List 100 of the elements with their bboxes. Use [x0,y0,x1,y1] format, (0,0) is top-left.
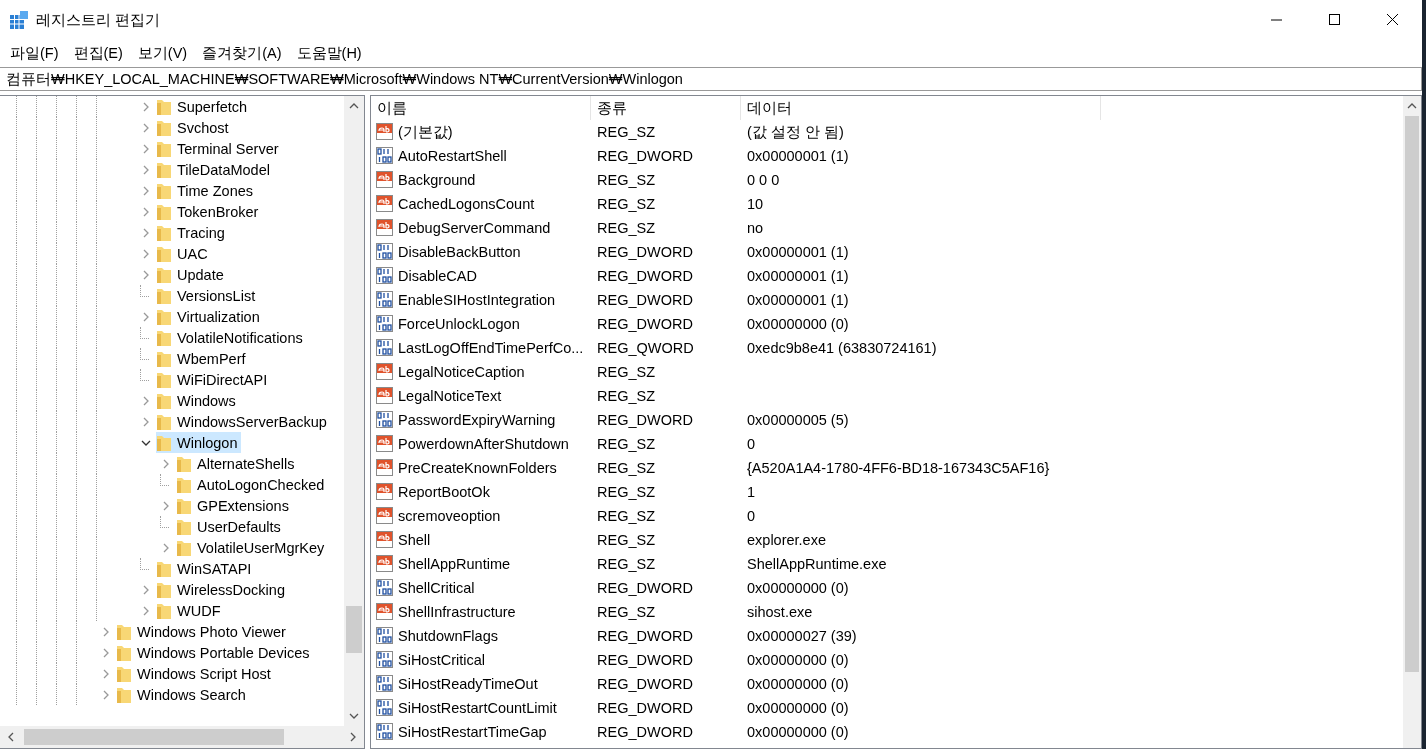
expand-chevron-icon[interactable] [141,605,151,616]
tree-item[interactable]: Winlogon [156,432,242,453]
value-name[interactable]: ForceUnlockLogon [398,316,520,332]
scroll-right-icon[interactable] [349,732,357,742]
expand-chevron-icon[interactable] [101,647,111,658]
expand-chevron-icon[interactable] [141,101,151,112]
tree-item[interactable]: Windows Script Host [116,663,275,684]
scrollbar-thumb[interactable] [1405,116,1419,673]
tree-item[interactable]: VolatileUserMgrKey [176,537,329,558]
value-name[interactable]: EnableSIHostIntegration [398,292,556,308]
tree-item[interactable]: AutoLogonChecked [176,474,329,495]
value-name[interactable]: (기본값) [398,122,453,142]
horizontal-scrollbar[interactable] [0,726,364,748]
value-name[interactable]: LastLogOffEndTimePerfCo... [398,340,584,356]
column-header[interactable]: 종류 [591,96,741,120]
expand-chevron-icon[interactable] [141,227,151,238]
menu-item[interactable]: 도움말(H) [290,41,368,65]
tree-item[interactable]: Windows Photo Viewer [116,621,290,642]
menu-item[interactable]: 파일(F) [4,41,65,65]
expand-chevron-icon[interactable] [161,542,171,553]
tree-item[interactable]: AlternateShells [176,453,299,474]
expand-chevron-icon[interactable] [141,164,151,175]
tree-item[interactable]: TileDataModel [156,159,274,180]
tree-item[interactable]: WindowsServerBackup [156,411,331,432]
tree-item[interactable]: Time Zones [156,180,257,201]
value-name[interactable]: ShellAppRuntime [398,556,511,572]
value-name[interactable]: ShellInfrastructure [398,604,516,620]
scroll-down-icon[interactable] [349,712,359,720]
tree-item[interactable]: Virtualization [156,306,264,327]
value-name[interactable]: scremoveoption [398,508,501,524]
value-name[interactable]: DebugServerCommand [398,220,551,236]
expand-chevron-icon[interactable] [141,206,151,217]
expand-chevron-icon[interactable] [141,269,151,280]
value-name[interactable]: Shell [398,532,431,548]
tree-item[interactable]: UserDefaults [176,516,285,537]
value-name[interactable]: PowerdownAfterShutdown [398,436,569,452]
tree-item[interactable]: Windows [156,390,240,411]
tree-item[interactable]: Tracing [156,222,229,243]
value-name[interactable]: ShutdownFlags [398,628,498,644]
expand-chevron-icon[interactable] [101,626,111,637]
tree-item[interactable]: WUDF [156,600,225,621]
value-name[interactable]: DisableBackButton [398,244,521,260]
tree-item[interactable]: WbemPerf [156,348,250,369]
tree-item[interactable]: UAC [156,243,212,264]
expand-chevron-icon[interactable] [101,668,111,679]
tree-item[interactable]: Update [156,264,228,285]
value-name[interactable]: CachedLogonsCount [398,196,535,212]
value-name[interactable]: LegalNoticeText [398,388,502,404]
value-name[interactable]: ReportBootOk [398,484,490,500]
menu-item[interactable]: 보기(V) [131,41,194,65]
tree-item[interactable]: TokenBroker [156,201,263,222]
value-name[interactable]: SiHostReadyTimeOut [398,676,538,692]
expand-chevron-icon[interactable] [141,122,151,133]
tree-item[interactable]: VersionsList [156,285,260,306]
expand-chevron-icon[interactable] [101,689,111,700]
tree-item[interactable]: Terminal Server [156,138,283,159]
expand-chevron-icon[interactable] [141,416,151,427]
value-name[interactable]: PasswordExpiryWarning [398,412,556,428]
menu-item[interactable]: 편집(E) [67,41,129,65]
column-header[interactable]: 데이터 [741,96,1101,120]
tree-item[interactable]: WirelessDocking [156,579,289,600]
scrollbar-thumb[interactable] [346,605,362,653]
tree-item[interactable]: Windows Portable Devices [116,642,314,663]
tree-item[interactable]: WiFiDirectAPI [156,369,272,390]
address-field[interactable]: 컴퓨터₩HKEY_LOCAL_MACHINE₩SOFTWARE₩Microsoft₩Windows NT₩CurrentVersion₩Winlogon [0,67,1422,91]
value-name[interactable]: LegalNoticeCaption [398,364,525,380]
binary-value-icon [376,315,394,333]
tree-item[interactable]: Windows Search [116,684,250,705]
folder-icon [156,244,172,263]
column-header[interactable]: 이름 [371,96,591,120]
string-value-icon [376,123,394,141]
expand-chevron-icon[interactable] [161,500,171,511]
scroll-up-icon[interactable] [1407,102,1417,110]
expand-chevron-icon[interactable] [141,395,151,406]
expand-chevron-icon[interactable] [141,143,151,154]
value-name[interactable]: Background [398,172,476,188]
menu-item[interactable]: 즐겨찾기(A) [196,41,288,65]
expand-chevron-icon[interactable] [141,185,151,196]
expand-chevron-icon[interactable] [161,458,171,469]
expand-chevron-icon[interactable] [141,311,151,322]
value-name[interactable]: SiHostCritical [398,652,485,668]
scroll-up-icon[interactable] [349,102,359,110]
scroll-left-icon[interactable] [7,732,15,742]
value-name[interactable]: DisableCAD [398,268,477,284]
value-name[interactable]: AutoRestartShell [398,148,507,164]
tree-item[interactable]: Superfetch [156,96,252,117]
value-name[interactable]: SiHostRestartTimeGap [398,724,547,740]
tree-item[interactable]: WinSATAPI [156,558,256,579]
value-name[interactable]: ShellCritical [398,580,475,596]
expand-chevron-icon[interactable] [141,584,151,595]
vertical-scrollbar[interactable] [344,96,364,726]
tree-item[interactable]: Svchost [156,117,233,138]
value-name[interactable]: PreCreateKnownFolders [398,460,557,476]
value-name[interactable]: SiHostRestartCountLimit [398,700,557,716]
tree-item[interactable]: VolatileNotifications [156,327,307,348]
scrollbar-thumb[interactable] [24,729,284,745]
expand-chevron-icon[interactable] [141,248,151,259]
value-type: REG_SZ [597,196,655,212]
vertical-scrollbar[interactable] [1403,96,1421,748]
tree-item[interactable]: GPExtensions [176,495,293,516]
